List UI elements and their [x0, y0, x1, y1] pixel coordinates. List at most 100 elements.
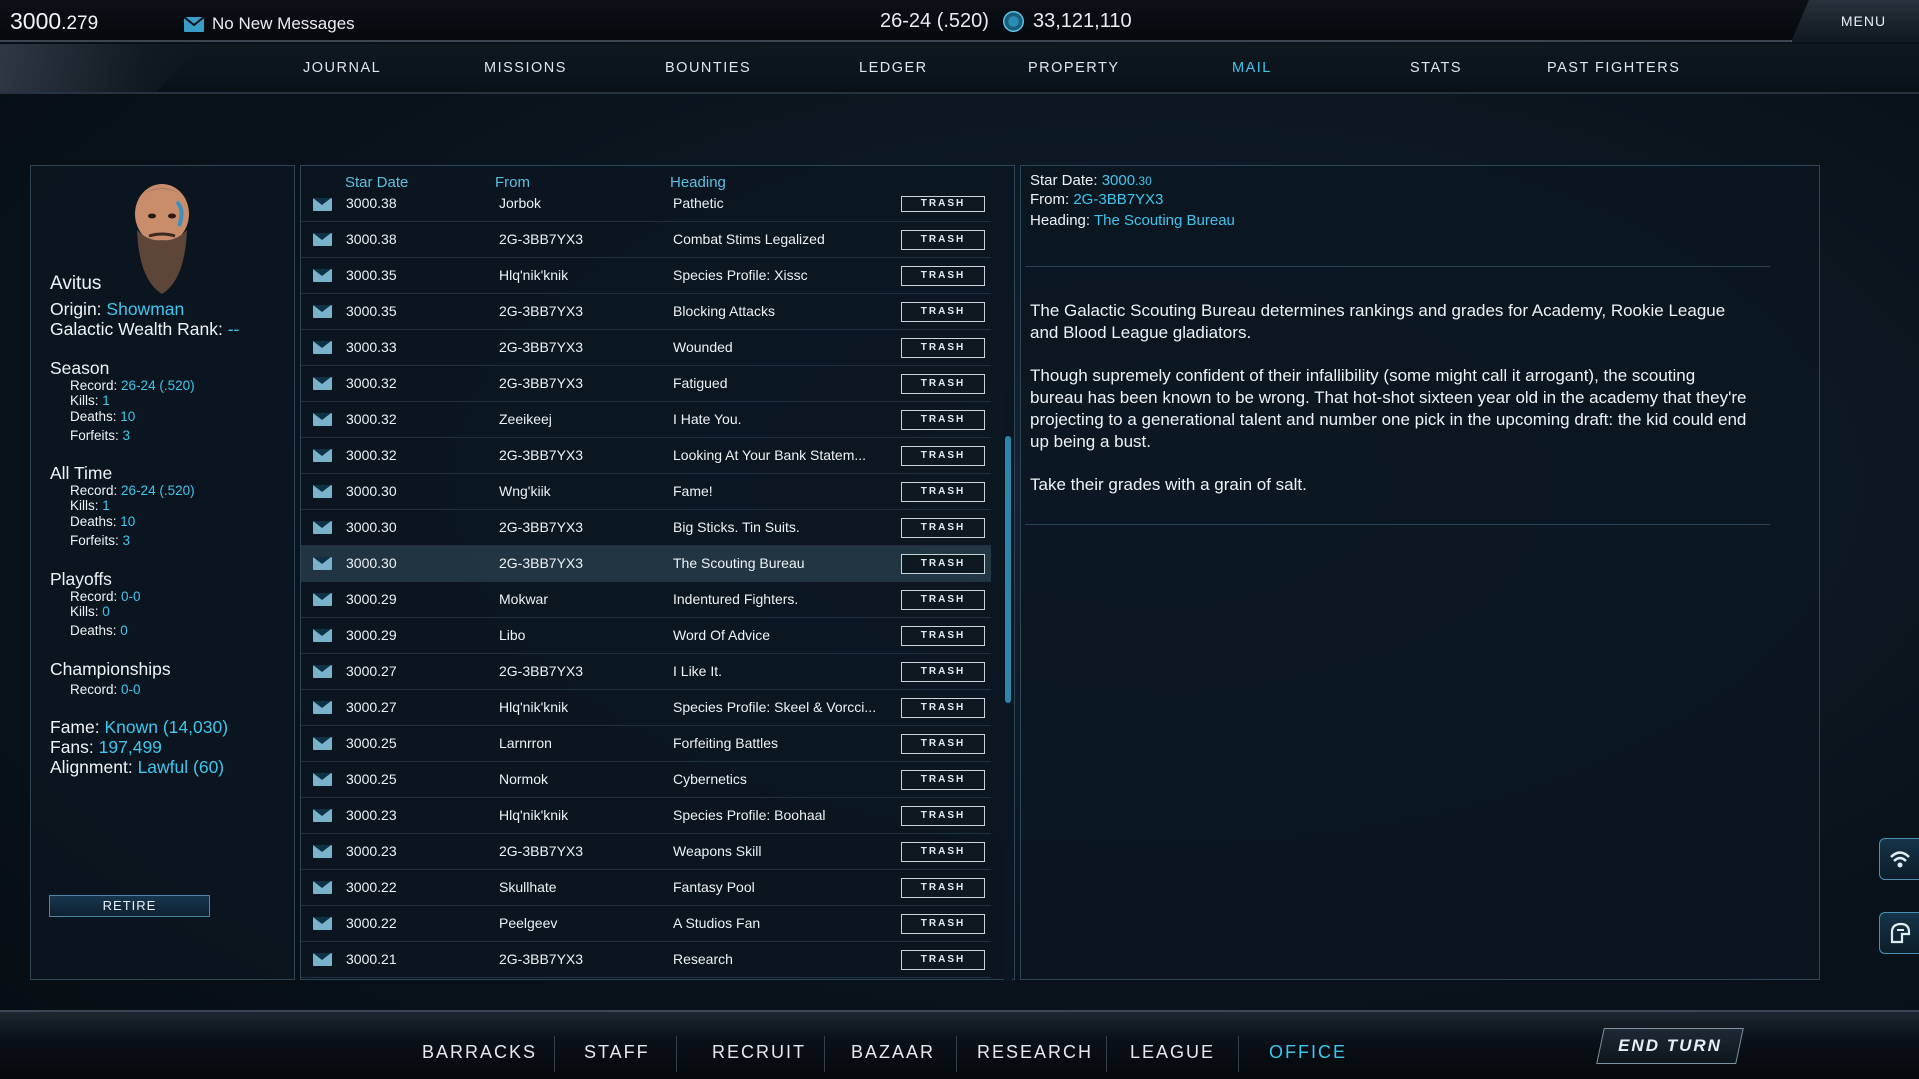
trash-button[interactable]: TRASH: [901, 266, 985, 286]
mail-row[interactable]: 3000.23 Hlq'nik'knik Species Profile: Booh…: [301, 798, 991, 834]
mail-row[interactable]: 3000.32 2G-3BB7YX3 Fatigued TRASH: [301, 366, 991, 402]
detail-from: From: 2G-3BB7YX3: [1030, 191, 1164, 208]
tab-mail[interactable]: MAIL: [1232, 60, 1272, 76]
playoffs-kills: Kills: 0: [70, 604, 110, 619]
trash-button[interactable]: TRASH: [901, 950, 985, 970]
tab-journal[interactable]: JOURNAL: [303, 60, 381, 76]
mail-date: 3000.30: [346, 519, 397, 535]
trash-button[interactable]: TRASH: [901, 196, 985, 212]
trash-button[interactable]: TRASH: [901, 698, 985, 718]
current-star-date: 3000.279: [10, 8, 99, 34]
retire-button[interactable]: RETIRE: [49, 895, 210, 917]
trash-button[interactable]: TRASH: [901, 590, 985, 610]
mail-row[interactable]: 3000.22 Peelgeev A Studios Fan TRASH: [301, 906, 991, 942]
mail-row[interactable]: 3000.23 2G-3BB7YX3 Weapons Skill TRASH: [301, 834, 991, 870]
mail-scrollbar[interactable]: [1004, 166, 1012, 981]
trash-button[interactable]: TRASH: [901, 482, 985, 502]
mail-row[interactable]: 3000.29 Mokwar Indentured Fighters. TRASH: [301, 582, 991, 618]
tab-bazaar[interactable]: BAZAAR: [851, 1042, 935, 1063]
mail-heading: The Scouting Bureau: [673, 555, 805, 571]
trash-button[interactable]: TRASH: [901, 518, 985, 538]
mail-row[interactable]: 3000.33 2G-3BB7YX3 Wounded TRASH: [301, 330, 991, 366]
tab-research[interactable]: RESEARCH: [977, 1042, 1093, 1063]
detail-paragraph-1: The Galactic Scouting Bureau determines …: [1030, 301, 1726, 342]
messages-indicator[interactable]: No New Messages: [184, 14, 355, 34]
tab-missions[interactable]: MISSIONS: [484, 60, 567, 76]
office-nav: JOURNAL MISSIONS BOUNTIES LEDGER PROPERT…: [0, 44, 1919, 94]
trash-button[interactable]: TRASH: [901, 446, 985, 466]
mail-date: 3000.30: [346, 555, 397, 571]
bottom-separator: [956, 1036, 957, 1072]
mail-heading: Weapons Skill: [673, 843, 762, 859]
col-heading[interactable]: Heading: [670, 174, 726, 191]
trash-button[interactable]: TRASH: [901, 410, 985, 430]
mail-sender: 2G-3BB7YX3: [499, 339, 584, 355]
trash-button[interactable]: TRASH: [901, 770, 985, 790]
trash-button[interactable]: TRASH: [901, 662, 985, 682]
menu-button[interactable]: MENU: [1791, 0, 1919, 42]
envelope-icon: [313, 377, 332, 390]
envelope-icon: [313, 449, 332, 462]
trash-button[interactable]: TRASH: [901, 914, 985, 934]
mail-row[interactable]: 3000.21 2G-3BB7YX3 Research TRASH: [301, 942, 991, 978]
mail-row[interactable]: 3000.25 Normok Cybernetics TRASH: [301, 762, 991, 798]
tab-stats[interactable]: STATS: [1410, 60, 1462, 76]
tab-barracks[interactable]: BARRACKS: [422, 1042, 537, 1063]
trash-button[interactable]: TRASH: [901, 374, 985, 394]
mail-heading: A Studios Fan: [673, 915, 761, 931]
top-status-bar: 3000.279 No New Messages 26-24 (.520) 33…: [0, 0, 1919, 42]
trash-button[interactable]: TRASH: [901, 554, 985, 574]
mail-date: 3000.33: [346, 339, 397, 355]
end-turn-button[interactable]: END TURN: [1596, 1028, 1744, 1064]
helmet-icon[interactable]: [1879, 912, 1919, 954]
mail-row[interactable]: 3000.30 2G-3BB7YX3 The Scouting Bureau TRAS…: [301, 546, 991, 582]
mail-heading: Big Sticks. Tin Suits.: [673, 519, 800, 535]
tab-recruit[interactable]: RECRUIT: [712, 1042, 806, 1063]
trash-button[interactable]: TRASH: [901, 734, 985, 754]
envelope-icon: [313, 629, 332, 642]
col-star-date[interactable]: Star Date: [345, 174, 408, 191]
season-kills: Kills: 1: [70, 393, 110, 408]
mail-scroll-thumb[interactable]: [1005, 436, 1011, 703]
mail-detail-panel: Star Date: 3000.30 From: 2G-3BB7YX3 Head…: [1020, 165, 1820, 980]
fans-row: Fans: 197,499: [50, 737, 162, 757]
trash-button[interactable]: TRASH: [901, 338, 985, 358]
mail-row[interactable]: 3000.27 2G-3BB7YX3 I Like It. TRASH: [301, 654, 991, 690]
mail-row[interactable]: 3000.22 Skullhate Fantasy Pool TRASH: [301, 870, 991, 906]
fighter-name: Avitus: [50, 273, 102, 294]
mail-heading: Species Profile: Skeel & Vorcci...: [673, 699, 877, 715]
tab-past-fighters[interactable]: PAST FIGHTERS: [1547, 60, 1680, 76]
tab-ledger[interactable]: LEDGER: [859, 60, 928, 76]
tab-staff[interactable]: STAFF: [584, 1042, 650, 1063]
mail-row[interactable]: 3000.30 2G-3BB7YX3 Big Sticks. Tin Suits. T…: [301, 510, 991, 546]
mail-row[interactable]: 3000.35 2G-3BB7YX3 Blocking Attacks TRASH: [301, 294, 991, 330]
signal-icon[interactable]: [1879, 838, 1919, 880]
tab-property[interactable]: PROPERTY: [1028, 60, 1120, 76]
trash-button[interactable]: TRASH: [901, 626, 985, 646]
trash-button[interactable]: TRASH: [901, 302, 985, 322]
mail-row[interactable]: 3000.38 2G-3BB7YX3 Combat Stims Legalized T…: [301, 222, 991, 258]
trash-button[interactable]: TRASH: [901, 806, 985, 826]
mail-sender: 2G-3BB7YX3: [499, 843, 584, 859]
trash-button[interactable]: TRASH: [901, 842, 985, 862]
mail-row[interactable]: 3000.30 Wng'kiik Fame! TRASH: [301, 474, 991, 510]
trash-button[interactable]: TRASH: [901, 878, 985, 898]
mail-row[interactable]: 3000.32 Zeeikeej I Hate You. TRASH: [301, 402, 991, 438]
mail-row[interactable]: 3000.25 Larnrron Forfeiting Battles TRASH: [301, 726, 991, 762]
tab-bounties[interactable]: BOUNTIES: [665, 60, 751, 76]
col-from[interactable]: From: [495, 174, 530, 191]
mail-row[interactable]: 3000.35 Hlq'nik'knik Species Profile: Xiss…: [301, 258, 991, 294]
envelope-icon: [313, 198, 332, 211]
playoffs-record: Record: 0-0: [70, 589, 141, 604]
season-deaths: Deaths: 10: [70, 409, 136, 424]
alignment-row: Alignment: Lawful (60): [50, 757, 225, 777]
mail-heading: Species Profile: Xissc: [673, 267, 808, 283]
tab-league[interactable]: LEAGUE: [1130, 1042, 1215, 1063]
mail-row[interactable]: 3000.27 Hlq'nik'knik Species Profile: Skee…: [301, 690, 991, 726]
mail-row[interactable]: 3000.38 Jorbok Pathetic TRASH: [301, 194, 991, 222]
mail-row[interactable]: 3000.32 2G-3BB7YX3 Looking At Your Bank St…: [301, 438, 991, 474]
tab-office[interactable]: OFFICE: [1269, 1042, 1347, 1063]
trash-button[interactable]: TRASH: [901, 230, 985, 250]
fighter-profile-panel: Avitus Origin: Showman Galactic Wealth R…: [30, 165, 295, 980]
mail-row[interactable]: 3000.29 Libo Word Of Advice TRASH: [301, 618, 991, 654]
